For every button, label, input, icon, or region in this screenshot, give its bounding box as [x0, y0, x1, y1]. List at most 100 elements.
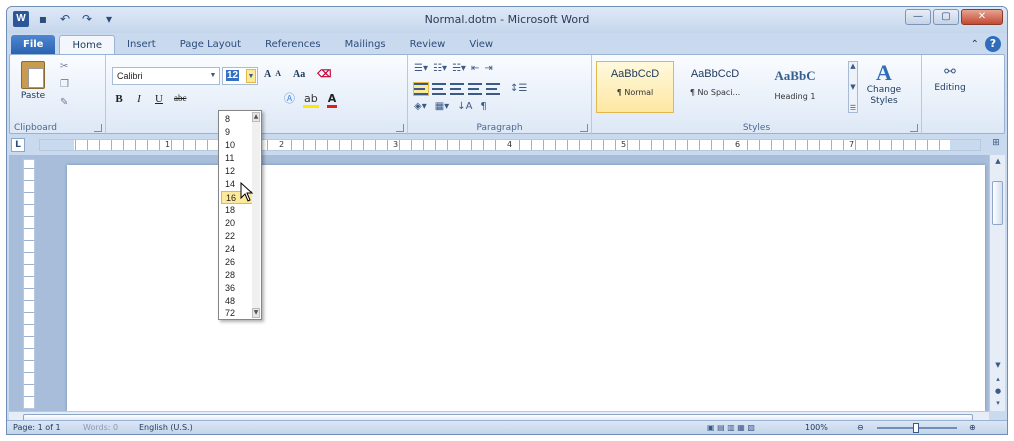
paste-button[interactable]: Paste	[16, 61, 50, 101]
sort-icon[interactable]: ↓A	[457, 101, 472, 112]
browse-object-icon[interactable]: ●	[990, 387, 1006, 395]
document-page[interactable]	[67, 165, 985, 411]
shading-icon[interactable]: ◈▾	[414, 101, 427, 112]
tab-mailings[interactable]: Mailings	[333, 35, 398, 55]
clear-formatting-icon[interactable]: ⌫	[317, 69, 331, 80]
multilevel-list-icon[interactable]: ☵▾	[452, 63, 466, 74]
styles-gallery-scroll[interactable]: ▲ ▼ ☰	[848, 61, 858, 113]
language-indicator[interactable]: English (U.S.)	[139, 421, 193, 434]
align-center-icon[interactable]	[432, 83, 446, 95]
zoom-out-icon[interactable]: ⊖	[857, 421, 864, 434]
align-left-icon[interactable]	[413, 82, 429, 96]
clipboard-launcher-icon[interactable]	[94, 124, 102, 132]
tab-insert[interactable]: Insert	[115, 35, 168, 55]
italic-button[interactable]: I	[134, 93, 144, 105]
copy-icon[interactable]: ❐	[60, 79, 69, 90]
show-marks-icon[interactable]: ¶	[480, 101, 486, 112]
format-painter-icon[interactable]: ✎	[60, 97, 68, 108]
font-size-option[interactable]: 10	[221, 139, 255, 152]
status-bar: Page: 1 of 1 Words: 0 English (U.S.) ▣ ▤…	[7, 420, 1007, 434]
tab-page-layout[interactable]: Page Layout	[168, 35, 253, 55]
maximize-button[interactable]: ▢	[933, 9, 959, 25]
font-size-option[interactable]: 11	[221, 152, 255, 165]
minimize-ribbon-icon[interactable]: ⌃	[971, 39, 979, 50]
horizontal-ruler[interactable]: 1 2 3 4 5 6 7	[39, 139, 981, 151]
scroll-down-icon[interactable]: ▼	[990, 361, 1006, 369]
font-size-dropdown-scrollbar[interactable]: ▲ ▼	[252, 112, 260, 318]
font-size-option[interactable]: 24	[221, 243, 255, 256]
font-color-icon[interactable]: A	[326, 93, 338, 108]
font-size-option[interactable]: 36	[221, 282, 255, 295]
chevron-down-icon[interactable]: ▼	[208, 69, 218, 83]
font-size-option[interactable]: 28	[221, 269, 255, 282]
grow-font-button[interactable]: A	[264, 69, 271, 80]
style-normal[interactable]: AaBbCcD ¶ Normal	[596, 61, 674, 113]
chevron-up-icon[interactable]: ▲	[850, 62, 855, 70]
borders-icon[interactable]: ▦▾	[435, 101, 449, 112]
zoom-slider-knob[interactable]	[913, 423, 919, 433]
zoom-slider[interactable]	[877, 423, 957, 433]
font-size-option[interactable]: 18	[221, 204, 255, 217]
scroll-up-icon[interactable]: ▲	[990, 157, 1006, 165]
justify-icon[interactable]	[468, 83, 482, 95]
font-size-option[interactable]: 8	[221, 113, 255, 126]
change-styles-label: Change Styles	[866, 85, 902, 106]
font-size-option[interactable]: 26	[221, 256, 255, 269]
word-count[interactable]: Words: 0	[83, 421, 118, 434]
font-size-option[interactable]: 20	[221, 217, 255, 230]
close-button[interactable]: ✕	[961, 9, 1003, 25]
zoom-in-icon[interactable]: ⊕	[969, 421, 976, 434]
bold-button[interactable]: B	[114, 93, 124, 105]
previous-page-icon[interactable]: ▴	[990, 375, 1006, 383]
more-icon[interactable]: ☰	[850, 104, 856, 112]
strikethrough-button[interactable]: abc	[174, 93, 187, 105]
font-size-option[interactable]: 72	[221, 307, 255, 320]
increase-indent-icon[interactable]: ⇥	[484, 63, 492, 74]
chevron-down-icon[interactable]: ▼	[252, 308, 260, 318]
align-right-icon[interactable]	[450, 83, 464, 95]
paragraph-launcher-icon[interactable]	[580, 124, 588, 132]
chevron-down-icon[interactable]: ▼	[850, 83, 855, 91]
view-ruler-icon[interactable]: ⊞	[989, 138, 1003, 152]
style-no-spacing[interactable]: AaBbCcD ¶ No Spaci...	[676, 61, 754, 113]
line-spacing-icon[interactable]: ↕☰	[510, 83, 527, 95]
text-effects-icon[interactable]: Ⓐ	[284, 93, 295, 108]
highlight-color-icon[interactable]: ab	[303, 93, 319, 108]
shrink-font-button[interactable]: A	[275, 69, 281, 80]
bullets-icon[interactable]: ☰▾	[414, 63, 428, 74]
help-icon[interactable]: ?	[985, 36, 1001, 52]
vertical-scrollbar[interactable]: ▲ ▼ ▴ ● ▾	[989, 155, 1005, 411]
editing-button[interactable]: ⚯ Editing	[930, 61, 970, 94]
font-size-option[interactable]: 22	[221, 230, 255, 243]
vertical-ruler[interactable]	[23, 159, 35, 409]
styles-launcher-icon[interactable]	[910, 124, 918, 132]
underline-button[interactable]: U	[154, 93, 164, 105]
columns-icon[interactable]	[486, 83, 500, 95]
style-heading-1[interactable]: AaBbC Heading 1	[756, 61, 834, 113]
font-size-dropdown-button[interactable]: ▼	[246, 69, 256, 83]
tab-selector-icon[interactable]: L	[11, 138, 25, 152]
font-size-option[interactable]: 9	[221, 126, 255, 139]
next-page-icon[interactable]: ▾	[990, 399, 1006, 407]
change-case-button[interactable]: Aa	[293, 69, 305, 80]
decrease-indent-icon[interactable]: ⇤	[471, 63, 479, 74]
numbering-icon[interactable]: ☷▾	[433, 63, 447, 74]
font-launcher-icon[interactable]	[396, 124, 404, 132]
tab-view[interactable]: View	[457, 35, 505, 55]
minimize-button[interactable]: —	[905, 9, 931, 25]
tab-references[interactable]: References	[253, 35, 333, 55]
scroll-thumb[interactable]	[992, 181, 1003, 225]
style-name: Heading 1	[774, 92, 816, 101]
page-count[interactable]: Page: 1 of 1	[13, 421, 61, 434]
change-styles-button[interactable]: A Change Styles	[864, 61, 904, 107]
zoom-level[interactable]: 100%	[805, 421, 828, 434]
font-name-box[interactable]: Calibri ▼	[112, 67, 220, 85]
font-size-box[interactable]: 12 ▼	[222, 67, 258, 85]
chevron-up-icon[interactable]: ▲	[252, 112, 260, 122]
tab-review[interactable]: Review	[398, 35, 458, 55]
tab-home[interactable]: Home	[59, 35, 115, 55]
view-buttons[interactable]: ▣ ▤ ▥ ▦ ▧	[707, 421, 755, 434]
tab-file[interactable]: File	[11, 35, 56, 55]
font-size-option[interactable]: 12	[221, 165, 255, 178]
cut-icon[interactable]: ✂	[60, 61, 68, 72]
